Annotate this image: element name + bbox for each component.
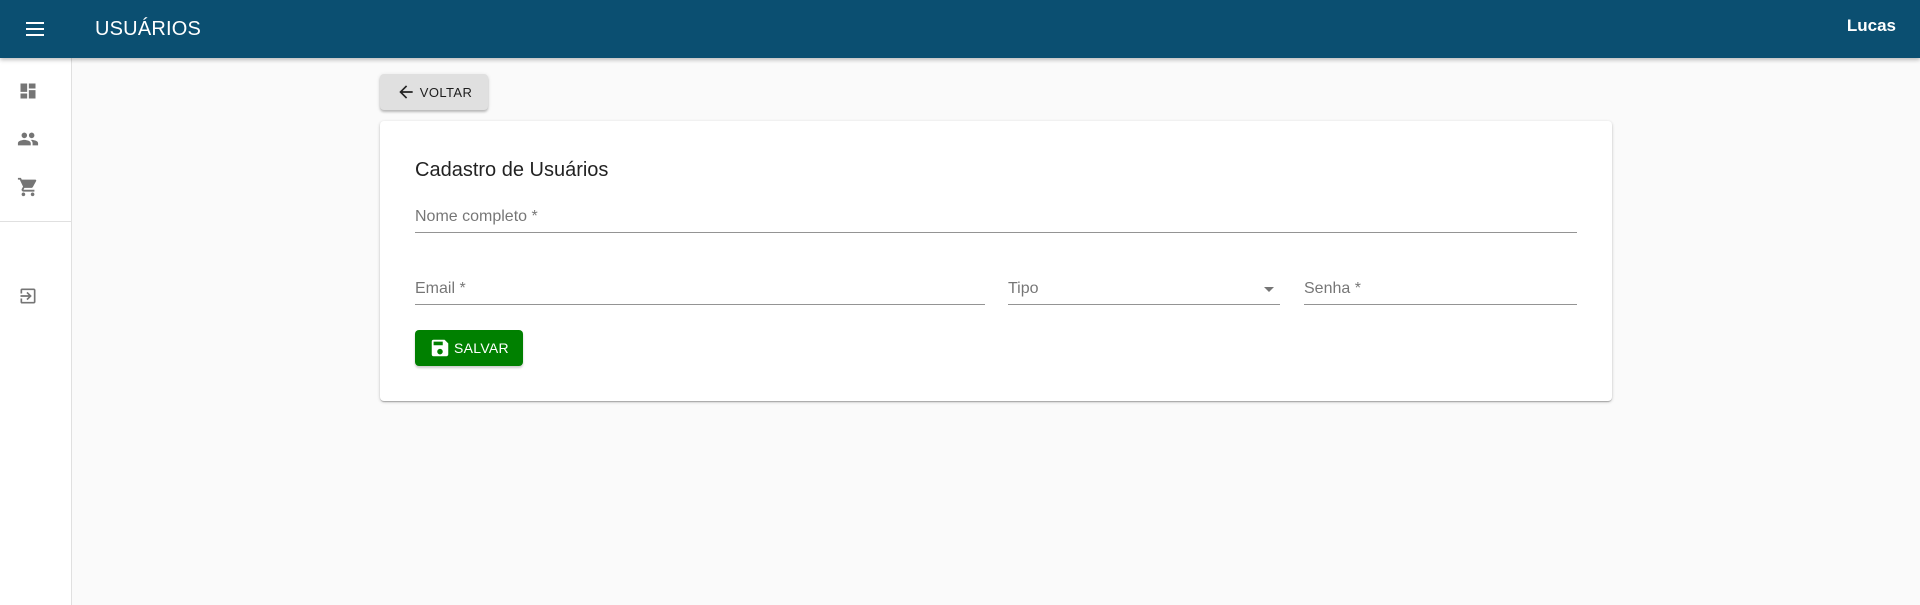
password-field[interactable]: Senha * [1304, 273, 1577, 305]
menu-button[interactable] [19, 12, 53, 46]
email-label: Email * [415, 280, 466, 297]
email-field[interactable]: Email * [415, 273, 985, 305]
back-button[interactable]: VOLTAR [380, 74, 488, 110]
drawer-item-cart[interactable] [0, 163, 56, 211]
dashboard-icon [18, 81, 38, 101]
full-name-field[interactable]: Nome completo * [415, 201, 1577, 233]
drawer-item-dashboard[interactable] [0, 67, 56, 115]
save-button[interactable]: SALVAR [415, 330, 523, 366]
user-name[interactable]: Lucas [1847, 16, 1896, 36]
save-icon [429, 337, 451, 359]
user-form-card: Cadastro de Usuários Nome completo * Ema… [380, 121, 1612, 401]
full-name-label: Nome completo * [415, 208, 538, 225]
form-title: Cadastro de Usuários [415, 159, 609, 181]
menu-icon [25, 21, 47, 37]
arrow-back-icon [396, 82, 416, 102]
logout-icon [18, 286, 38, 306]
type-label: Tipo [1008, 280, 1039, 297]
back-button-label: VOLTAR [419, 84, 473, 100]
drawer-item-users[interactable] [0, 115, 56, 163]
type-select[interactable]: Tipo [1008, 273, 1280, 305]
dropdown-arrow-icon [1264, 287, 1274, 292]
cart-icon [17, 176, 39, 198]
page-title: USUÁRIOS [95, 17, 202, 40]
password-label: Senha * [1304, 280, 1361, 297]
save-button-label: SALVAR [454, 340, 509, 356]
side-drawer [0, 58, 72, 605]
drawer-item-logout[interactable] [0, 272, 56, 320]
app-bar: USUÁRIOS Lucas [0, 0, 1920, 58]
people-icon [17, 128, 39, 150]
